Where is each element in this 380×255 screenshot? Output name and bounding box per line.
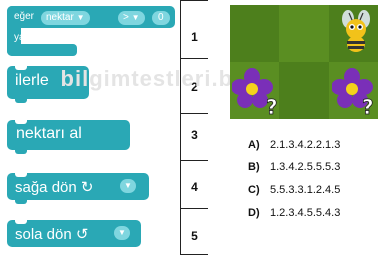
flower-question-icon: ?	[232, 68, 278, 117]
option-c[interactable]: C) 5.5.3.3.1.2.4.5	[248, 184, 340, 196]
svg-text:?: ?	[266, 95, 278, 117]
option-a[interactable]: A) 2.1.3.4.2.2.1.3	[248, 139, 340, 151]
flower-question-icon: ?	[332, 68, 374, 117]
option-text: 1.3.4.2.5.5.5.3	[270, 161, 341, 173]
get-nectar-label: nektarı al	[16, 125, 82, 142]
row-number: 5	[191, 229, 198, 243]
row-line	[180, 208, 208, 209]
value-field-text: 0	[158, 12, 164, 23]
grid-cell	[279, 62, 329, 119]
option-text: 1.2.3.4.5.5.4.3	[270, 207, 341, 219]
turn-right-label: sağa dön ↻	[15, 179, 94, 196]
option-letter: A)	[248, 139, 260, 151]
move-forward-block[interactable]: ilerle	[7, 66, 89, 103]
row-line	[180, 0, 208, 1]
chevron-down-icon: ▼	[76, 13, 85, 22]
turn-right-block[interactable]: sağa dön ↻ ▼	[7, 173, 149, 204]
get-nectar-block[interactable]: nektarı al	[7, 120, 130, 154]
move-forward-label: ilerle	[15, 72, 49, 89]
option-letter: D)	[248, 207, 260, 219]
row-number: 3	[191, 128, 198, 142]
code-block-table: eğer nektar ▼ > ▼ 0 yap 1 ilerle 2 nekta…	[0, 0, 208, 255]
option-letter: B)	[248, 161, 260, 173]
if-keyword: eğer	[14, 11, 35, 22]
row-number: 1	[191, 30, 198, 44]
do-label: yap	[14, 32, 31, 43]
row-line	[180, 113, 208, 114]
value-field[interactable]: 0	[152, 11, 170, 25]
option-b[interactable]: B) 1.3.4.2.5.5.5.3	[248, 161, 340, 173]
row-line	[180, 160, 208, 161]
block-bump	[15, 200, 27, 204]
option-letter: C)	[248, 184, 260, 196]
nectar-dropdown-label: nektar	[46, 12, 74, 23]
game-grid: ? ?	[230, 5, 378, 119]
block-notch	[15, 220, 27, 224]
turn-direction-dropdown[interactable]: ▼	[120, 179, 136, 193]
nectar-dropdown[interactable]: nektar ▼	[41, 11, 90, 25]
block-notch	[15, 66, 27, 70]
block-notch	[15, 173, 27, 177]
operator-dropdown-label: >	[123, 12, 129, 23]
bee-icon	[342, 10, 370, 52]
turn-direction-dropdown[interactable]: ▼	[114, 226, 130, 240]
block-notch	[15, 120, 27, 124]
chevron-down-icon: ▼	[131, 13, 140, 22]
row-number: 2	[191, 80, 198, 94]
grid-cell	[279, 5, 329, 62]
row-line	[180, 58, 208, 59]
turn-left-label: sola dön ↺	[15, 226, 89, 243]
operator-dropdown[interactable]: > ▼	[118, 11, 145, 25]
turn-left-block[interactable]: sola dön ↺ ▼	[7, 220, 141, 247]
grid-cell	[230, 5, 279, 62]
block-bump	[15, 150, 27, 154]
option-d[interactable]: D) 1.2.3.4.5.5.4.3	[248, 207, 340, 219]
chevron-down-icon: ▼	[118, 228, 126, 237]
block-bump	[15, 99, 27, 103]
row-number: 4	[191, 180, 198, 194]
if-block-bottom	[7, 44, 77, 56]
chevron-down-icon: ▼	[124, 181, 132, 190]
svg-text:?: ?	[362, 95, 374, 117]
option-text: 2.1.3.4.2.2.1.3	[270, 139, 341, 151]
option-text: 5.5.3.3.1.2.4.5	[270, 184, 341, 196]
